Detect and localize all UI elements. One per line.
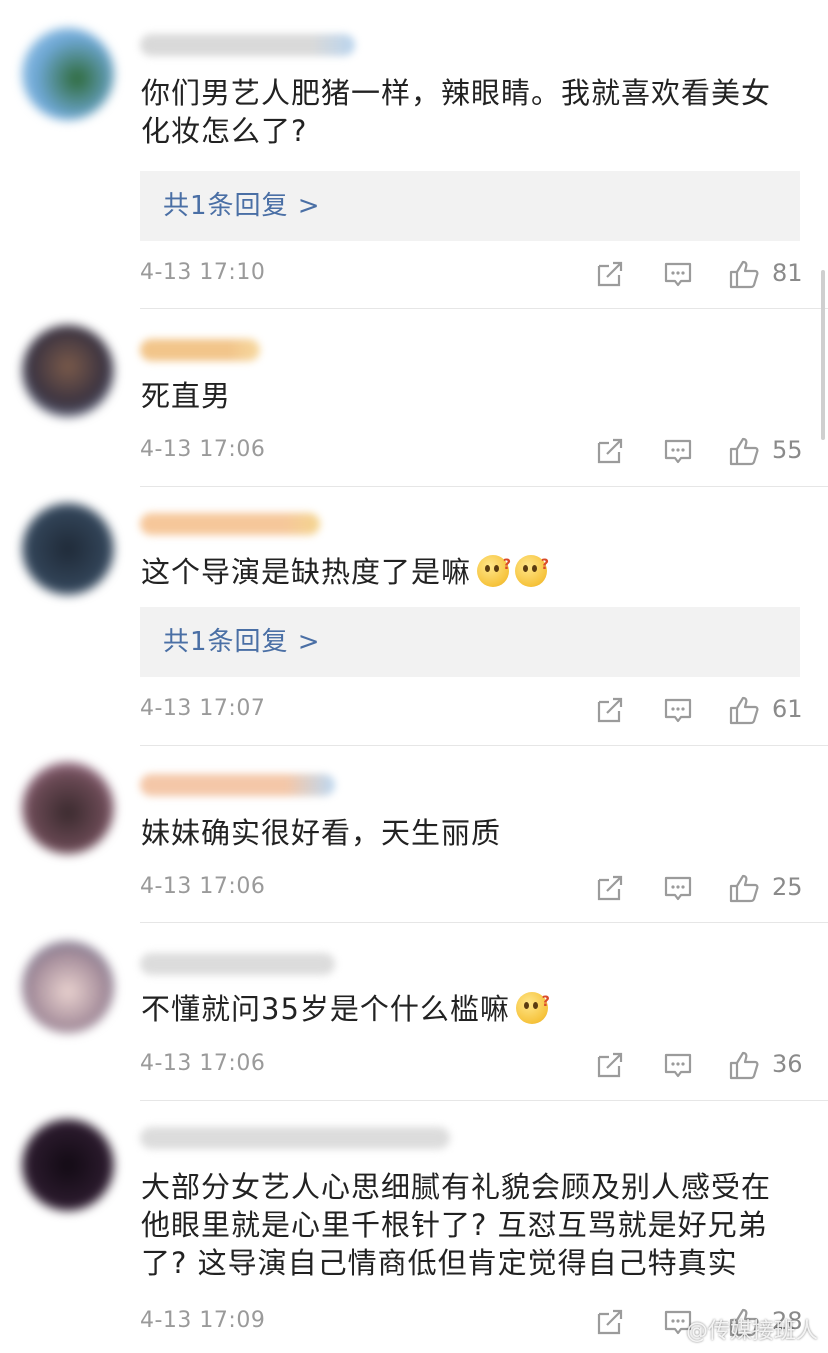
comment-item: 你们男艺人肥猪一样，辣眼睛。我就喜欢看美女化妆怎么了? 共1条回复 > 4-13… xyxy=(0,0,828,308)
reply-thread-box[interactable]: 共1条回复 > xyxy=(140,607,800,677)
comment-icon[interactable] xyxy=(662,872,694,904)
avatar[interactable] xyxy=(22,762,114,854)
reply-count-link[interactable]: 共1条回复 > xyxy=(163,624,321,660)
avatar[interactable] xyxy=(22,28,114,120)
comment-meta: 4-13 17:07 61 xyxy=(140,694,803,730)
comment-time: 4-13 17:06 xyxy=(140,1051,266,1076)
comment-time: 4-13 17:06 xyxy=(140,437,266,462)
comment-item: 不懂就问35岁是个什么槛嘛 4-13 17:06 36 xyxy=(0,923,828,1100)
confused-face-emoji xyxy=(477,546,512,587)
confused-face-emoji xyxy=(515,983,551,1024)
username-blurred[interactable] xyxy=(140,1127,450,1149)
comment-text: 不懂就问35岁是个什么槛嘛 xyxy=(141,983,791,1028)
comment-meta: 4-13 17:06 36 xyxy=(140,1049,803,1085)
share-icon[interactable] xyxy=(594,1306,626,1338)
avatar[interactable] xyxy=(22,325,114,417)
thumbs-up-icon[interactable] xyxy=(728,258,760,290)
comment-text: 大部分女艺人心思细腻有礼貌会顾及别人感受在他眼里就是心里千根针了? 互怼互骂就是… xyxy=(141,1170,772,1280)
thumbs-up-icon[interactable] xyxy=(728,1049,760,1081)
share-icon[interactable] xyxy=(594,1049,626,1081)
username-blurred[interactable] xyxy=(140,339,260,361)
thumbs-up-icon[interactable] xyxy=(728,435,760,467)
comment-meta: 4-13 17:06 55 xyxy=(140,435,803,471)
share-icon[interactable] xyxy=(594,694,626,726)
thumbs-up-icon[interactable] xyxy=(728,694,760,726)
username-blurred[interactable] xyxy=(140,774,335,796)
comment-text: 你们男艺人肥猪一样，辣眼睛。我就喜欢看美女化妆怎么了? xyxy=(141,76,772,148)
like-count: 55 xyxy=(772,436,803,464)
avatar[interactable] xyxy=(22,1119,114,1211)
avatar[interactable] xyxy=(22,503,114,595)
comment-text: 这个导演是缺热度了是嘛 xyxy=(141,546,791,591)
comment-icon[interactable] xyxy=(662,1049,694,1081)
share-icon[interactable] xyxy=(594,435,626,467)
username-blurred[interactable] xyxy=(140,513,320,535)
avatar[interactable] xyxy=(22,941,114,1033)
thumbs-up-icon[interactable] xyxy=(728,872,760,904)
comment-text-content: 这个导演是缺热度了是嘛 xyxy=(141,555,472,589)
comment-time: 4-13 17:09 xyxy=(140,1308,266,1333)
username-blurred[interactable] xyxy=(140,34,355,56)
comment-text: 死直男 xyxy=(141,379,232,413)
comment-icon[interactable] xyxy=(662,258,694,290)
comment-item: 妹妹确实很好看，天生丽质 4-13 17:06 25 xyxy=(0,746,828,922)
reply-thread-box[interactable]: 共1条回复 > xyxy=(140,171,800,241)
scrollbar[interactable] xyxy=(821,270,825,440)
comment-icon[interactable] xyxy=(662,435,694,467)
comment-time: 4-13 17:07 xyxy=(140,696,266,721)
comment-time: 4-13 17:10 xyxy=(140,260,266,285)
comment-text: 妹妹确实很好看，天生丽质 xyxy=(141,816,502,850)
comment-meta: 4-13 17:06 25 xyxy=(140,872,803,908)
comment-item: 这个导演是缺热度了是嘛 共1条回复 > 4-13 17:07 61 xyxy=(0,487,828,745)
username-blurred[interactable] xyxy=(140,953,335,975)
like-count: 61 xyxy=(772,695,803,723)
confused-face-emoji xyxy=(515,546,550,587)
like-count: 81 xyxy=(772,259,803,287)
like-count: 36 xyxy=(772,1050,803,1078)
share-icon[interactable] xyxy=(594,872,626,904)
reply-count-link[interactable]: 共1条回复 > xyxy=(163,188,321,224)
watermark: @传媒接班人 xyxy=(685,1319,818,1344)
comment-icon[interactable] xyxy=(662,694,694,726)
comment-meta: 4-13 17:10 81 xyxy=(140,258,803,294)
comment-item: 死直男 4-13 17:06 55 xyxy=(0,309,828,486)
comment-time: 4-13 17:06 xyxy=(140,874,266,899)
share-icon[interactable] xyxy=(594,258,626,290)
like-count: 25 xyxy=(772,873,803,901)
comment-text-content: 不懂就问35岁是个什么槛嘛 xyxy=(141,992,510,1026)
